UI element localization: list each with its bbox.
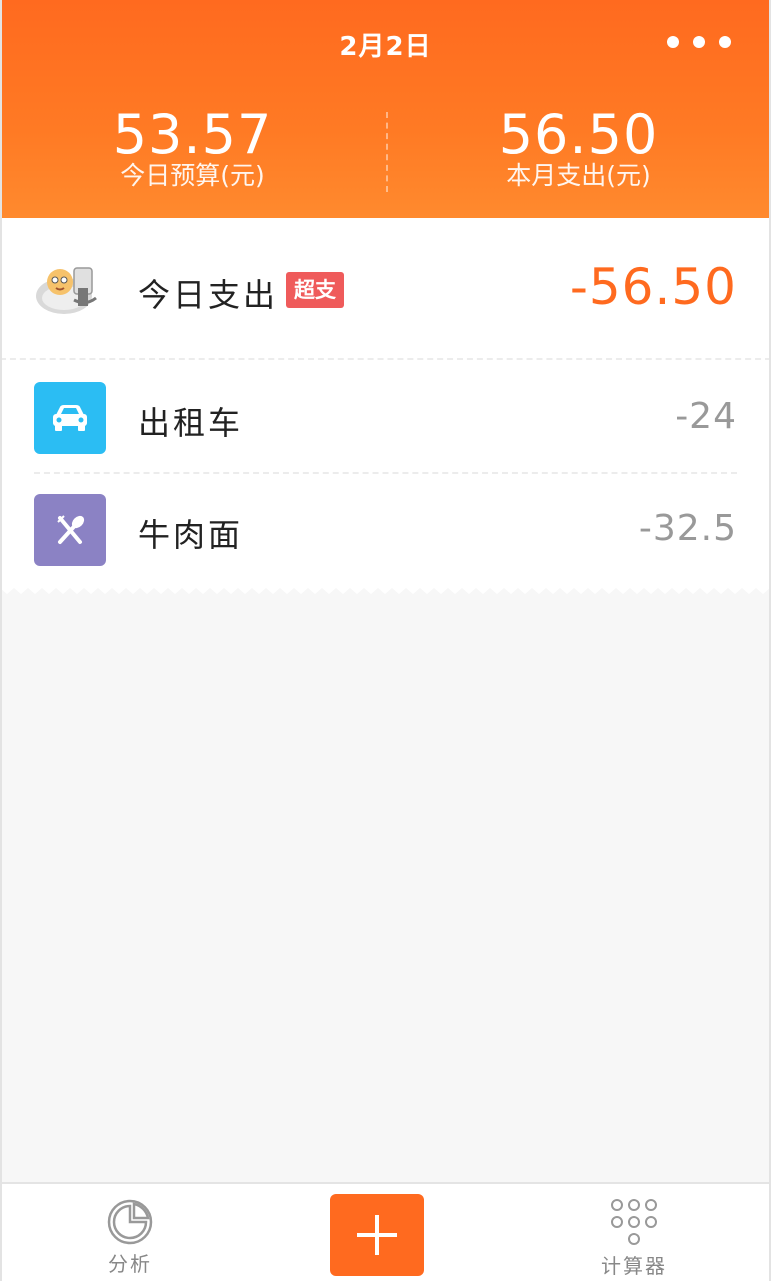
analysis-icon (107, 1199, 153, 1245)
expense-list: 今日支出 超支 -56.50 出租车 -24 牛肉面 -32.5 (0, 218, 771, 588)
today-expense-summary[interactable]: 今日支出 超支 -56.50 (0, 218, 771, 360)
plus-icon (357, 1215, 397, 1255)
summary-title: 今日支出 (138, 276, 279, 314)
add-expense-button[interactable] (330, 1194, 424, 1276)
month-expense-label: 本月支出(元) (506, 161, 651, 190)
calculator-keypad-icon (611, 1199, 657, 1245)
more-options-button[interactable] (667, 30, 731, 54)
month-expense-stat[interactable]: 56.50 本月支出(元) (386, 105, 771, 191)
more-dots-icon (667, 36, 679, 48)
card-zigzag-edge (0, 580, 771, 594)
header-bar: 2月2日 53.57 今日预算(元) 56.50 本月支出(元) (0, 0, 771, 218)
car-icon (34, 382, 106, 454)
analysis-label: 分析 (108, 1252, 152, 1276)
calculator-label: 计算器 (601, 1254, 667, 1278)
item-amount: -24 (675, 396, 737, 437)
utensils-icon (34, 494, 106, 566)
date-title[interactable]: 2月2日 (0, 26, 771, 63)
today-budget-stat[interactable]: 53.57 今日预算(元) (0, 105, 385, 191)
today-budget-value: 53.57 (112, 103, 273, 166)
tab-calculator[interactable]: 计算器 (574, 1198, 694, 1279)
item-amount: -32.5 (638, 508, 737, 549)
today-budget-label: 今日预算(元) (120, 161, 265, 190)
list-item[interactable]: 牛肉面 -32.5 (0, 474, 771, 586)
item-label: 出租车 (138, 404, 244, 442)
month-expense-value: 56.50 (498, 103, 659, 166)
avatar-icon (34, 258, 106, 318)
list-item[interactable]: 出租车 -24 (0, 362, 771, 474)
overspend-badge: 超支 (286, 272, 344, 308)
item-label: 牛肉面 (138, 516, 244, 554)
tab-analysis[interactable]: 分析 (70, 1198, 190, 1277)
tab-bar: 分析 计算器 (0, 1182, 771, 1281)
summary-amount: -56.50 (569, 258, 737, 316)
